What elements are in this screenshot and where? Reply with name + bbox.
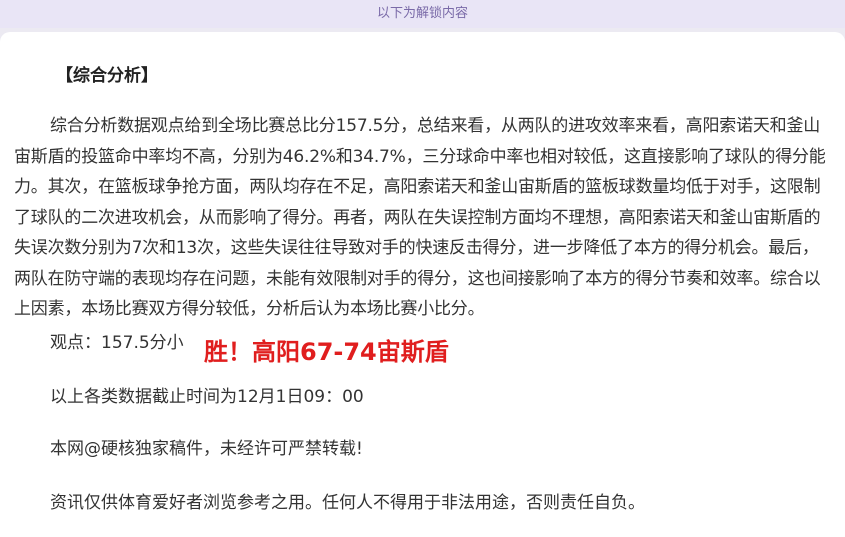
article-card: 【综合分析】 综合分析数据观点给到全场比赛总比分157.5分，总结来看，从两队的…	[0, 32, 845, 537]
analysis-paragraph: 综合分析数据观点给到全场比赛总比分157.5分，总结来看，从两队的进攻效率来看，…	[14, 116, 826, 319]
copyright-line: 本网@硬核独家稿件，未经许可严禁转载!	[50, 439, 363, 459]
opinion-line: 观点：157.5分小	[50, 333, 184, 353]
result-annotation: 胜！高阳67-74宙斯盾	[204, 338, 449, 366]
data-cutoff-line: 以上各类数据截止时间为12月1日09：00	[50, 387, 364, 407]
section-heading: 【综合分析】	[56, 66, 158, 86]
disclaimer-line: 资讯仅供体育爱好者浏览参考之用。任何人不得用于非法用途，否则责任自负。	[50, 493, 645, 513]
unlock-banner: 以下为解锁内容	[0, 0, 845, 28]
